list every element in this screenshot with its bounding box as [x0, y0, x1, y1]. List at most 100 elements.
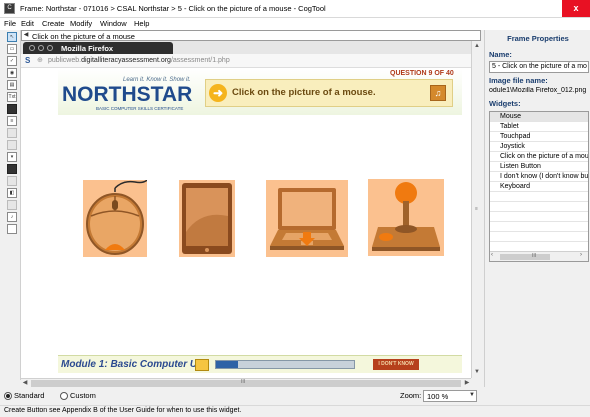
device-joystick[interactable]	[368, 179, 444, 256]
device-laptop[interactable]	[266, 180, 348, 257]
standard-label: Standard	[14, 391, 45, 400]
checkbox-tool-icon[interactable]: ✓	[7, 56, 17, 66]
widget-item-label: Mouse	[500, 113, 522, 120]
custom-radio[interactable]	[60, 392, 68, 400]
widget-item-label: Listen Button	[500, 163, 541, 170]
browser-tab-title: Mozilla Firefox	[61, 44, 114, 53]
noninteractive-tool-icon[interactable]	[7, 224, 17, 234]
browser-url-bar[interactable]: S ⊕ publicweb.digitalliteracyassessment.…	[21, 54, 471, 68]
progress-bar	[215, 360, 355, 369]
joystick-icon	[372, 182, 440, 251]
graffiti-tool-icon[interactable]	[7, 164, 17, 174]
widget-list-scrollbar[interactable]: ‹ III ›	[490, 251, 588, 261]
widget-item-label: Keyboard	[500, 183, 530, 190]
radio-tool-icon[interactable]: ◉	[7, 68, 17, 78]
widget-item-label: Tablet	[500, 123, 519, 130]
chevron-down-icon: ▼	[469, 392, 475, 398]
widget-item-empty	[490, 212, 588, 222]
scroll-right-icon[interactable]: ›	[580, 252, 582, 258]
scroll-left-icon[interactable]: ◀	[21, 378, 29, 388]
widget-item[interactable]: I don't know (I don't know bu	[490, 172, 588, 182]
widget-item-empty	[490, 202, 588, 212]
area-tool-icon[interactable]: ◧	[7, 188, 17, 198]
text-tool-icon[interactable]: Txt	[7, 92, 17, 102]
menu-window[interactable]: Window	[100, 19, 127, 28]
submenu-tool-icon[interactable]	[7, 140, 17, 150]
browser-tab[interactable]: Mozilla Firefox	[23, 42, 173, 54]
url-path: /assessment/1.php	[170, 57, 230, 64]
scroll-up-icon[interactable]: ▲	[472, 41, 482, 51]
listen-button-icon[interactable]: ♫	[430, 85, 446, 101]
page-header: Learn it. Know it. Show it. NORTHSTAR BA…	[58, 69, 462, 115]
device-mouse[interactable]	[83, 177, 150, 257]
widget-item[interactable]: Tablet	[490, 122, 588, 132]
device-tablet[interactable]	[179, 180, 235, 257]
menu-tool-icon[interactable]	[7, 128, 17, 138]
tap-tool-icon[interactable]	[7, 176, 17, 186]
tool-palette: ↖ ▭ ✓ ◉ ▤ Txt ≡ ▾ ◧ ♪	[0, 30, 21, 380]
zoom-select[interactable]: 100 % ▼	[423, 390, 477, 402]
design-canvas[interactable]: Mozilla Firefox S ⊕ publicweb.digitallit…	[21, 41, 471, 378]
scroll-grip-icon: III	[532, 253, 537, 259]
folder-icon	[195, 359, 209, 371]
menu-create[interactable]: Create	[42, 19, 65, 28]
widget-item-label: Touchpad	[500, 133, 531, 140]
menu-bar: File Edit Create Modify Window Help	[0, 18, 590, 30]
canvas-vertical-scrollbar[interactable]: ▲ ≡ ▼	[471, 41, 481, 378]
widget-item-empty	[490, 232, 588, 242]
progress-fill	[216, 361, 239, 368]
module-bar: Module 1: Basic Computer Use I DON'T KNO…	[58, 355, 462, 373]
dont-know-button[interactable]: I DON'T KNOW	[373, 359, 419, 370]
widget-item[interactable]: Joystick	[490, 142, 588, 152]
close-button[interactable]: x	[562, 0, 590, 17]
scroll-grip-icon[interactable]: ≡	[473, 206, 480, 212]
app-icon: C	[4, 3, 15, 14]
scroll-grip-icon: III	[241, 379, 246, 385]
arrow-icon: ➜	[209, 84, 227, 102]
instruction-bar[interactable]: ➜ Click on the picture of a mouse. ♫	[205, 79, 453, 107]
menu-modify[interactable]: Modify	[70, 19, 92, 28]
logo-subtitle: BASIC COMPUTER SKILLS CERTIFICATE	[96, 106, 184, 111]
select-tool-icon[interactable]: ↖	[7, 32, 17, 42]
button-tool-icon[interactable]: ▭	[7, 44, 17, 54]
custom-label: Custom	[70, 391, 96, 400]
frame-name-field[interactable]: 5 - Click on the picture of a mo	[489, 61, 589, 73]
widget-item[interactable]: Click on the picture of a mou	[490, 152, 588, 162]
scroll-right-icon[interactable]: ▶	[463, 378, 471, 388]
link-tool-icon[interactable]	[7, 104, 17, 114]
keyboard-tool-icon[interactable]	[7, 200, 17, 210]
module-title: Module 1: Basic Computer Use	[61, 359, 209, 370]
tablet-icon	[182, 183, 232, 254]
menu-edit[interactable]: Edit	[21, 19, 34, 28]
horizontal-scroll-thumb[interactable]: III	[31, 379, 461, 387]
widget-list[interactable]: Mouse Tablet Touchpad Joystick Click on …	[489, 111, 589, 262]
globe-icon: ⊕	[37, 57, 43, 64]
widget-item[interactable]: Listen Button	[490, 162, 588, 172]
canvas-horizontal-scrollbar[interactable]: ◀ III ▶	[21, 378, 471, 387]
zoom-label: Zoom:	[400, 391, 422, 400]
speaker-tool-icon[interactable]: ♪	[7, 212, 17, 222]
widget-item[interactable]: Keyboard	[490, 182, 588, 192]
frame-name-strip[interactable]: ◀ Click on the picture of a mouse	[21, 30, 481, 41]
textbox-tool-icon[interactable]: ▤	[7, 80, 17, 90]
window-zoom-dot-icon	[47, 45, 53, 51]
browser-url: publicweb.digitalliteracyassessment.org/…	[48, 57, 230, 64]
menu-file[interactable]: File	[4, 19, 16, 28]
frame-name-text: Click on the picture of a mouse	[32, 32, 135, 41]
pulldown-tool-icon[interactable]: ▾	[7, 152, 17, 162]
window-minimize-dot-icon	[38, 45, 44, 51]
frame-properties-panel: Frame Properties Name: 5 - Click on the …	[484, 30, 590, 387]
speaker-icon: ◀	[23, 32, 29, 38]
standard-radio[interactable]	[4, 392, 12, 400]
scroll-left-icon[interactable]: ‹	[491, 252, 493, 258]
menu-help[interactable]: Help	[134, 19, 149, 28]
list-tool-icon[interactable]: ≡	[7, 116, 17, 126]
widget-list-scroll-thumb[interactable]: III	[500, 253, 550, 260]
scroll-down-icon[interactable]: ▼	[472, 367, 482, 377]
view-controls: Standard Custom Zoom: 100 % ▼	[0, 388, 590, 405]
widget-item[interactable]: Touchpad	[490, 132, 588, 142]
zoom-value: 100 %	[427, 392, 449, 401]
widget-item[interactable]: Mouse	[490, 112, 588, 122]
laptop-icon	[270, 188, 344, 250]
status-text: Create Button see Appendix B of the User…	[4, 407, 242, 414]
